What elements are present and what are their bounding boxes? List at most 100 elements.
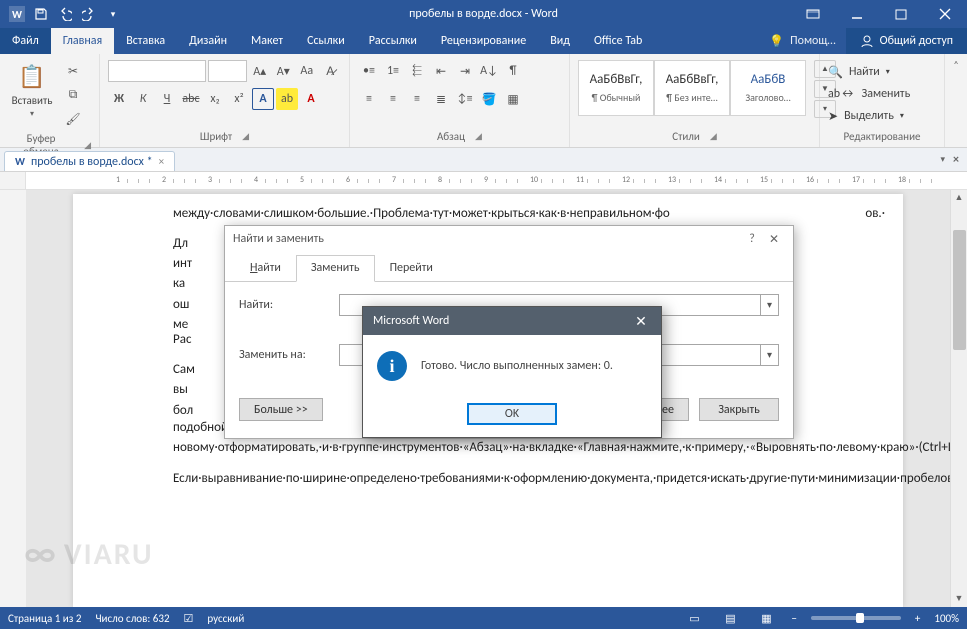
word-app-icon: W (6, 3, 28, 25)
highlight-icon[interactable]: ab (276, 88, 298, 110)
align-right-icon[interactable]: ≡ (406, 88, 428, 110)
find-button[interactable]: 🔍Найти▾ (828, 62, 910, 82)
tab-goto[interactable]: Перейти (375, 255, 448, 282)
paste-button[interactable]: 📋 Вставить ▾ (8, 60, 56, 130)
ok-button[interactable]: OK (467, 403, 557, 425)
text-effects-icon[interactable]: A (252, 88, 274, 110)
spellcheck-icon[interactable]: ☑ (184, 612, 194, 625)
horizontal-ruler[interactable]: 123456789101112131415161718 (26, 172, 967, 189)
dialog-launcher-icon[interactable]: ◢ (84, 140, 91, 151)
subscript-button[interactable]: x₂ (204, 88, 226, 110)
change-case-icon[interactable]: Aa (296, 60, 318, 82)
scroll-thumb[interactable] (953, 230, 966, 350)
more-button[interactable]: Больше >> (239, 398, 323, 421)
tab-references[interactable]: Ссылки (295, 28, 357, 54)
tab-office-tab[interactable]: Office Tab (582, 28, 654, 54)
minimize-button[interactable] (835, 0, 879, 28)
align-left-icon[interactable]: ≡ (358, 88, 380, 110)
tab-design[interactable]: Дизайн (177, 28, 239, 54)
superscript-button[interactable]: x² (228, 88, 250, 110)
zoom-out-button[interactable]: − (791, 612, 796, 625)
collapse-ribbon-icon[interactable]: ˄ (945, 54, 967, 147)
search-icon: 🔍 (828, 65, 843, 80)
close-dialog-button[interactable]: Закрыть (699, 398, 779, 421)
style-no-spacing[interactable]: АаБбВвГг,¶ Без инте… (654, 60, 730, 116)
sort-icon[interactable]: A↓ (478, 60, 500, 82)
align-center-icon[interactable]: ≡ (382, 88, 404, 110)
undo-icon[interactable] (54, 3, 76, 25)
dialog-launcher-icon[interactable]: ◢ (242, 131, 249, 142)
tab-insert[interactable]: Вставка (114, 28, 177, 54)
tab-replace[interactable]: Заменить (296, 255, 375, 282)
save-icon[interactable] (30, 3, 52, 25)
close-tab-icon[interactable]: × (159, 155, 164, 168)
tab-review[interactable]: Рецензирование (429, 28, 538, 54)
dialog-launcher-icon[interactable]: ◢ (475, 131, 482, 142)
tabbar-close-icon[interactable]: × (953, 153, 959, 167)
tell-me[interactable]: 💡 Помощ… (759, 28, 845, 54)
font-name-input[interactable] (108, 60, 206, 82)
tabbar-dropdown-icon[interactable]: ▾ (940, 154, 945, 165)
bold-button[interactable]: Ж (108, 88, 130, 110)
qa-customize-icon[interactable]: ▾ (102, 3, 124, 25)
font-color-icon[interactable]: A (300, 88, 322, 110)
borders-icon[interactable]: ▦ (502, 88, 524, 110)
tab-find[interactable]: Найти (235, 255, 296, 282)
style-heading[interactable]: АаБбВЗаголово… (730, 60, 806, 116)
replace-button[interactable]: ab↔Заменить (828, 84, 910, 104)
multilevel-icon[interactable]: ⬱ (406, 60, 428, 82)
close-icon[interactable]: ✕ (763, 232, 785, 247)
format-painter-icon[interactable]: 🖌 (62, 108, 84, 130)
zoom-in-button[interactable]: + (915, 612, 920, 625)
dialog-launcher-icon[interactable]: ◢ (710, 131, 717, 142)
dialog-titlebar[interactable]: Найти и заменить ? ✕ (225, 226, 793, 252)
help-icon[interactable]: ? (741, 232, 763, 246)
italic-button[interactable]: К (132, 88, 154, 110)
read-mode-icon[interactable]: ▭ (683, 609, 705, 627)
dec-indent-icon[interactable]: ⇤ (430, 60, 452, 82)
show-paragraph-icon[interactable]: ¶ (502, 60, 524, 82)
share-button[interactable]: Общий доступ (846, 28, 967, 54)
font-size-input[interactable] (208, 60, 247, 82)
scroll-down-icon[interactable]: ▼ (951, 591, 967, 607)
shading-icon[interactable]: 🪣 (478, 88, 500, 110)
maximize-button[interactable] (879, 0, 923, 28)
word-count[interactable]: Число слов: 632 (95, 612, 169, 625)
redo-icon[interactable] (78, 3, 100, 25)
chevron-down-icon[interactable]: ▾ (760, 295, 778, 315)
tab-file[interactable]: Файл (0, 28, 51, 54)
chevron-down-icon[interactable]: ▾ (760, 345, 778, 365)
clear-format-icon[interactable]: A̷ (320, 60, 342, 82)
select-button[interactable]: ➤Выделить▾ (828, 106, 910, 126)
zoom-slider[interactable] (811, 616, 901, 620)
inc-indent-icon[interactable]: ⇥ (454, 60, 476, 82)
strike-button[interactable]: abc (180, 88, 202, 110)
bullets-icon[interactable]: •≡ (358, 60, 380, 82)
document-tab[interactable]: W пробелы в ворде.docx * × (4, 151, 175, 171)
tab-mailings[interactable]: Рассылки (357, 28, 429, 54)
print-layout-icon[interactable]: ▤ (719, 609, 741, 627)
web-layout-icon[interactable]: ▦ (755, 609, 777, 627)
ribbon-display-icon[interactable] (791, 0, 835, 28)
underline-button[interactable]: Ч (156, 88, 178, 110)
page-count[interactable]: Страница 1 из 2 (8, 612, 81, 625)
vertical-scrollbar[interactable]: ▲ ▼ (950, 190, 967, 607)
close-icon[interactable]: ✕ (621, 313, 661, 330)
scroll-up-icon[interactable]: ▲ (951, 190, 967, 206)
close-button[interactable] (923, 0, 967, 28)
line-spacing-icon[interactable]: ↕≡ (454, 88, 476, 110)
message-box-titlebar[interactable]: Microsoft Word ✕ (363, 307, 661, 335)
shrink-font-icon[interactable]: A▾ (272, 60, 294, 82)
justify-icon[interactable]: ≣ (430, 88, 452, 110)
tab-view[interactable]: Вид (538, 28, 582, 54)
language-status[interactable]: русский (207, 612, 244, 625)
grow-font-icon[interactable]: A▴ (249, 60, 271, 82)
style-normal[interactable]: АаБбВвГг,¶ Обычный (578, 60, 654, 116)
numbering-icon[interactable]: 1≡ (382, 60, 404, 82)
vertical-ruler[interactable] (0, 190, 26, 607)
tab-layout[interactable]: Макет (239, 28, 295, 54)
zoom-level[interactable]: 100% (934, 612, 959, 625)
copy-icon[interactable]: ⧉ (62, 84, 84, 106)
cut-icon[interactable]: ✂ (62, 60, 84, 82)
tab-home[interactable]: Главная (51, 28, 114, 54)
